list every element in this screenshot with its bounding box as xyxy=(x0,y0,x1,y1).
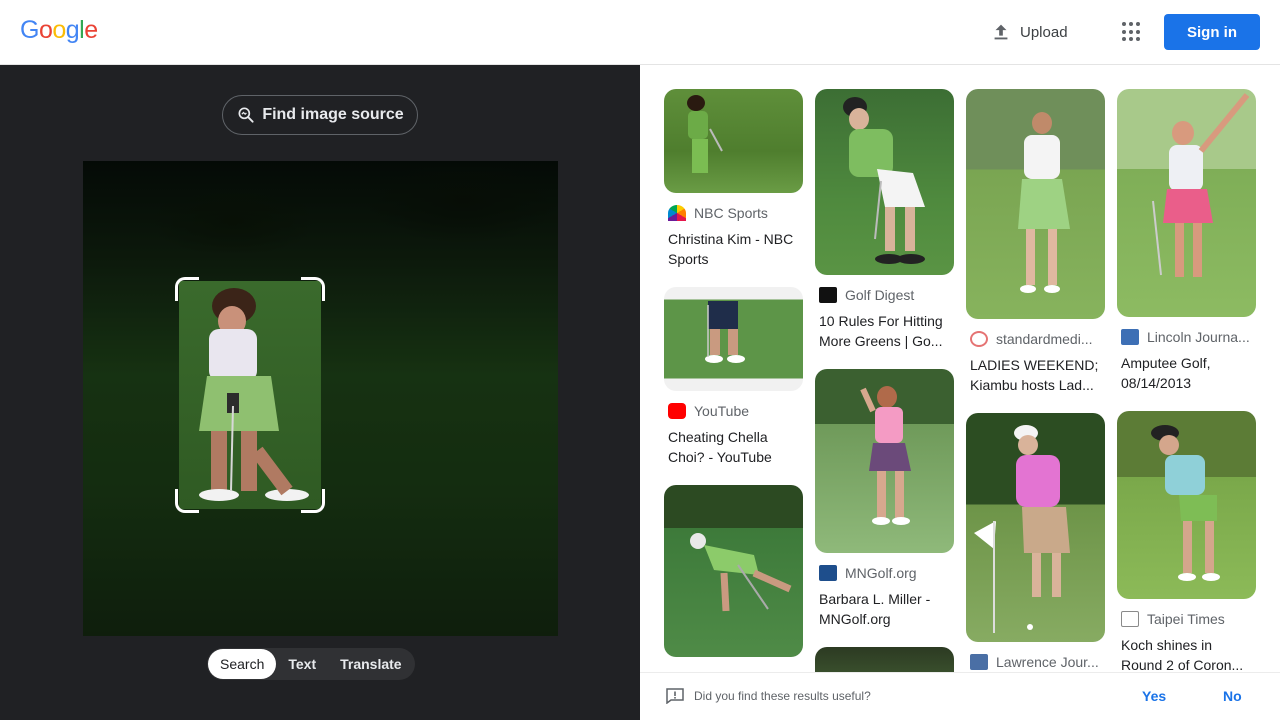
result-card[interactable]: Golf Digest 10 Rules For Hitting More Gr… xyxy=(815,89,954,351)
result-thumbnail[interactable] xyxy=(966,89,1105,319)
result-title[interactable]: 10 Rules For Hitting More Greens | Go... xyxy=(815,311,954,351)
result-card[interactable]: standardmedi... LADIES WEEKEND; Kiambu h… xyxy=(966,89,1105,395)
results-column-2: Golf Digest 10 Rules For Hitting More Gr… xyxy=(815,89,954,672)
result-card[interactable] xyxy=(664,485,803,657)
result-thumbnail[interactable] xyxy=(966,413,1105,642)
result-thumbnail[interactable] xyxy=(664,485,803,657)
result-thumbnail[interactable] xyxy=(815,89,954,275)
mngolf-favicon-icon xyxy=(819,565,837,581)
logo-letter: e xyxy=(84,16,98,44)
result-source[interactable]: Lincoln Journa... xyxy=(1117,329,1256,345)
golfer-taipei-graphic xyxy=(1151,425,1220,581)
results-column-1: NBC Sports Christina Kim - NBC Sports Yo… xyxy=(664,89,803,672)
result-source-label: Golf Digest xyxy=(845,287,915,303)
result-title[interactable]: Christina Kim - NBC Sports xyxy=(664,229,803,269)
lawrence-journal-favicon-icon xyxy=(970,654,988,670)
result-card[interactable]: MNGolf.org Barbara L. Miller - MNGolf.or… xyxy=(815,369,954,629)
crop-handle-top-left[interactable] xyxy=(175,277,199,301)
crop-handle-bottom-right[interactable] xyxy=(301,489,325,513)
tab-search[interactable]: Search xyxy=(208,649,277,679)
crop-handle-bottom-left[interactable] xyxy=(175,489,199,513)
golfer-putting-graphic xyxy=(690,533,792,612)
result-source-label: Lincoln Journa... xyxy=(1147,329,1250,345)
logo-letter: G xyxy=(20,16,39,44)
result-source-label: standardmedi... xyxy=(996,331,1093,347)
golfer-celebrate-graphic xyxy=(860,386,911,525)
apps-grid-icon[interactable] xyxy=(1120,20,1144,44)
result-card[interactable]: Lincoln Journa... Amputee Golf, 08/14/20… xyxy=(1117,89,1256,393)
result-thumbnail[interactable] xyxy=(1117,89,1256,317)
result-thumbnail[interactable] xyxy=(664,287,803,391)
golfer-putting-pink-graphic xyxy=(974,425,1070,633)
query-image-pane: Find image source Search Text Translate xyxy=(0,65,640,720)
sign-in-button[interactable]: Sign in xyxy=(1164,14,1260,50)
feedback-yes-button[interactable]: Yes xyxy=(1142,688,1166,704)
crop-handle-top-right[interactable] xyxy=(301,277,325,301)
result-source[interactable]: standardmedi... xyxy=(966,331,1105,347)
tab-text[interactable]: Text xyxy=(276,649,328,679)
feedback-no-button[interactable]: No xyxy=(1223,688,1242,704)
image-search-icon xyxy=(238,107,254,123)
tab-translate[interactable]: Translate xyxy=(328,649,413,679)
results-column-3: standardmedi... LADIES WEEKEND; Kiambu h… xyxy=(966,89,1105,672)
result-source[interactable]: Golf Digest xyxy=(815,287,954,303)
result-title[interactable]: Barbara L. Miller - MNGolf.org xyxy=(815,589,954,629)
result-source[interactable]: MNGolf.org xyxy=(815,565,954,581)
youtube-favicon-icon xyxy=(668,403,686,419)
result-thumbnail[interactable] xyxy=(815,369,954,553)
feedback-question: Did you find these results useful? xyxy=(694,689,871,703)
upload-label: Upload xyxy=(1020,23,1068,41)
result-card[interactable]: Lawrence Jour... xyxy=(966,413,1105,670)
golfer-amputee-graphic xyxy=(1152,93,1250,277)
result-source[interactable]: YouTube xyxy=(664,403,803,419)
result-card[interactable]: Taipei Times Koch shines in Round 2 of C… xyxy=(1117,411,1256,672)
query-image xyxy=(83,161,558,636)
top-bar: Google Upload Sign in xyxy=(0,0,1280,65)
result-source-label: NBC Sports xyxy=(694,205,768,221)
result-thumbnail[interactable] xyxy=(664,89,803,193)
golfer-thumbnail-graphic xyxy=(687,95,723,173)
result-thumbnail[interactable] xyxy=(815,647,954,672)
result-thumbnail[interactable] xyxy=(1117,411,1256,599)
nbc-sports-favicon-icon xyxy=(668,205,686,221)
result-source[interactable]: Taipei Times xyxy=(1117,611,1256,627)
feedback-bar: Did you find these results useful? Yes N… xyxy=(640,672,1280,720)
crop-selection[interactable] xyxy=(175,277,325,513)
result-title[interactable]: Cheating Chella Choi? - YouTube xyxy=(664,427,803,467)
result-source-label: YouTube xyxy=(694,403,750,419)
result-source-label: Lawrence Jour... xyxy=(996,654,1099,670)
result-title[interactable]: Amputee Golf, 08/14/2013 xyxy=(1117,353,1256,393)
golfer-figure xyxy=(199,288,309,501)
visual-matches-panel: NBC Sports Christina Kim - NBC Sports Yo… xyxy=(640,65,1280,672)
logo-letter: o xyxy=(38,16,53,44)
result-card[interactable]: YouTube Cheating Chella Choi? - YouTube xyxy=(664,287,803,467)
result-source[interactable]: NBC Sports xyxy=(664,205,803,221)
logo-letter: o xyxy=(52,16,66,44)
google-logo[interactable]: Google xyxy=(20,16,98,45)
find-image-source-label: Find image source xyxy=(262,106,404,123)
standard-media-favicon-icon xyxy=(970,331,988,347)
golfer-followthrough-graphic xyxy=(1018,112,1070,293)
result-source-label: MNGolf.org xyxy=(845,565,917,581)
golfer-legs-graphic xyxy=(705,301,745,363)
golfer-swing-graphic xyxy=(843,97,925,264)
golf-digest-favicon-icon xyxy=(819,287,837,303)
feedback-icon xyxy=(666,688,684,704)
result-title[interactable]: Koch shines in Round 2 of Coron... xyxy=(1117,635,1256,672)
result-card[interactable]: NBC Sports Christina Kim - NBC Sports xyxy=(664,89,803,269)
result-card[interactable] xyxy=(815,647,954,672)
results-column-4: Lincoln Journa... Amputee Golf, 08/14/20… xyxy=(1117,89,1256,672)
lens-mode-tabs: Search Text Translate xyxy=(207,648,415,680)
result-source-label: Taipei Times xyxy=(1147,611,1225,627)
result-title[interactable]: LADIES WEEKEND; Kiambu hosts Lad... xyxy=(966,355,1105,395)
find-image-source-button[interactable]: Find image source xyxy=(222,95,418,135)
taipei-times-favicon-icon xyxy=(1121,611,1139,627)
upload-button[interactable]: Upload xyxy=(990,18,1068,46)
lincoln-journal-favicon-icon xyxy=(1121,329,1139,345)
upload-icon xyxy=(994,24,1008,40)
logo-letter: g xyxy=(65,16,80,44)
result-source[interactable]: Lawrence Jour... xyxy=(966,654,1105,670)
